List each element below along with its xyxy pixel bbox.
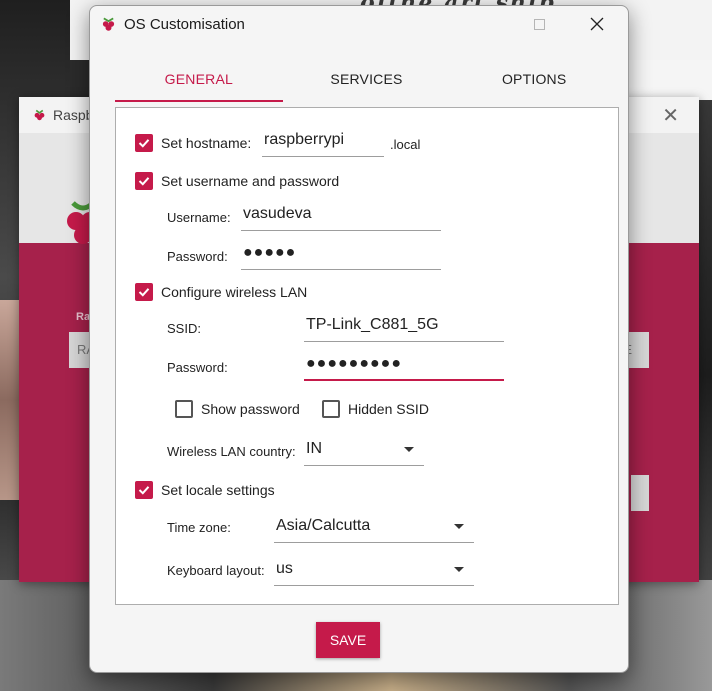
dropdown-arrow-icon <box>404 447 414 452</box>
maximize-icon <box>533 18 545 30</box>
user-password-input[interactable]: ●●●●● <box>241 240 441 270</box>
hidden-ssid-row: Hidden SSID <box>322 400 429 418</box>
wlan-password-label: Password: <box>167 360 228 375</box>
wlan-label: Configure wireless LAN <box>161 284 308 300</box>
hostname-label: Set hostname: <box>161 135 252 151</box>
save-button[interactable]: SAVE <box>316 622 380 658</box>
keyboard-layout-label: Keyboard layout: <box>167 563 265 578</box>
hidden-ssid-label: Hidden SSID <box>348 401 429 417</box>
hostname-checkbox[interactable] <box>135 134 153 152</box>
rear-window-title: Raspb <box>53 107 94 123</box>
wlan-country-value: IN <box>306 440 322 457</box>
show-password-checkbox[interactable] <box>175 400 193 418</box>
user-checkbox[interactable] <box>135 172 153 190</box>
checkmark-icon <box>138 139 150 148</box>
keyboard-layout-value: us <box>276 560 293 577</box>
close-icon[interactable]: ✕ <box>662 103 679 128</box>
close-button[interactable] <box>574 10 620 38</box>
locale-checkbox[interactable] <box>135 481 153 499</box>
background-window <box>628 60 712 100</box>
hostname-row: Set hostname: <box>135 134 251 152</box>
wlan-row: Configure wireless LAN <box>135 283 307 301</box>
maximize-button[interactable] <box>516 10 562 38</box>
close-icon <box>590 17 604 31</box>
general-panel: Set hostname: raspberrypi .local Set use… <box>115 107 619 605</box>
hidden-ssid-checkbox[interactable] <box>322 400 340 418</box>
window-title: OS Customisation <box>124 16 245 33</box>
keyboard-layout-select[interactable]: us <box>274 556 474 586</box>
locale-row: Set locale settings <box>135 481 275 499</box>
checkmark-icon <box>138 486 150 495</box>
os-customisation-dialog: OS Customisation GENERAL SERVICES OPTION… <box>89 5 629 673</box>
wlan-country-label: Wireless LAN country: <box>167 444 296 459</box>
minimize-icon <box>463 23 475 25</box>
ssid-label: SSID: <box>167 321 201 336</box>
checkmark-icon <box>138 288 150 297</box>
tab-services[interactable]: SERVICES <box>283 55 451 102</box>
username-input[interactable]: vasudeva <box>241 201 441 231</box>
tab-general[interactable]: GENERAL <box>115 55 283 102</box>
wlan-country-select[interactable]: IN <box>304 436 424 466</box>
checkmark-icon <box>138 177 150 186</box>
tab-options[interactable]: OPTIONS <box>450 55 618 102</box>
minimize-button[interactable] <box>446 10 492 38</box>
raspberry-icon <box>34 109 45 121</box>
ssid-input[interactable]: TP-Link_C881_5G <box>304 312 504 342</box>
raspberry-icon <box>102 17 115 31</box>
rear-next-button[interactable] <box>631 475 649 511</box>
hostname-suffix: .local <box>390 137 421 152</box>
dropdown-arrow-icon <box>454 524 464 529</box>
locale-label: Set locale settings <box>161 482 275 498</box>
wlan-password-input[interactable]: ●●●●●●●●● <box>304 351 504 381</box>
user-row: Set username and password <box>135 172 339 190</box>
rear-section-label: Ra <box>76 311 91 323</box>
timezone-select[interactable]: Asia/Calcutta <box>274 513 474 543</box>
dropdown-arrow-icon <box>454 567 464 572</box>
tab-bar: GENERAL SERVICES OPTIONS <box>115 55 618 102</box>
username-label: Username: <box>167 210 231 225</box>
hostname-input[interactable]: raspberrypi <box>262 127 384 157</box>
show-password-label: Show password <box>201 401 300 417</box>
titlebar: OS Customisation <box>90 6 628 42</box>
user-label: Set username and password <box>161 173 340 189</box>
wlan-checkbox[interactable] <box>135 283 153 301</box>
timezone-value: Asia/Calcutta <box>276 517 371 534</box>
show-password-row: Show password <box>175 400 300 418</box>
timezone-label: Time zone: <box>167 520 231 535</box>
user-password-label: Password: <box>167 249 228 264</box>
